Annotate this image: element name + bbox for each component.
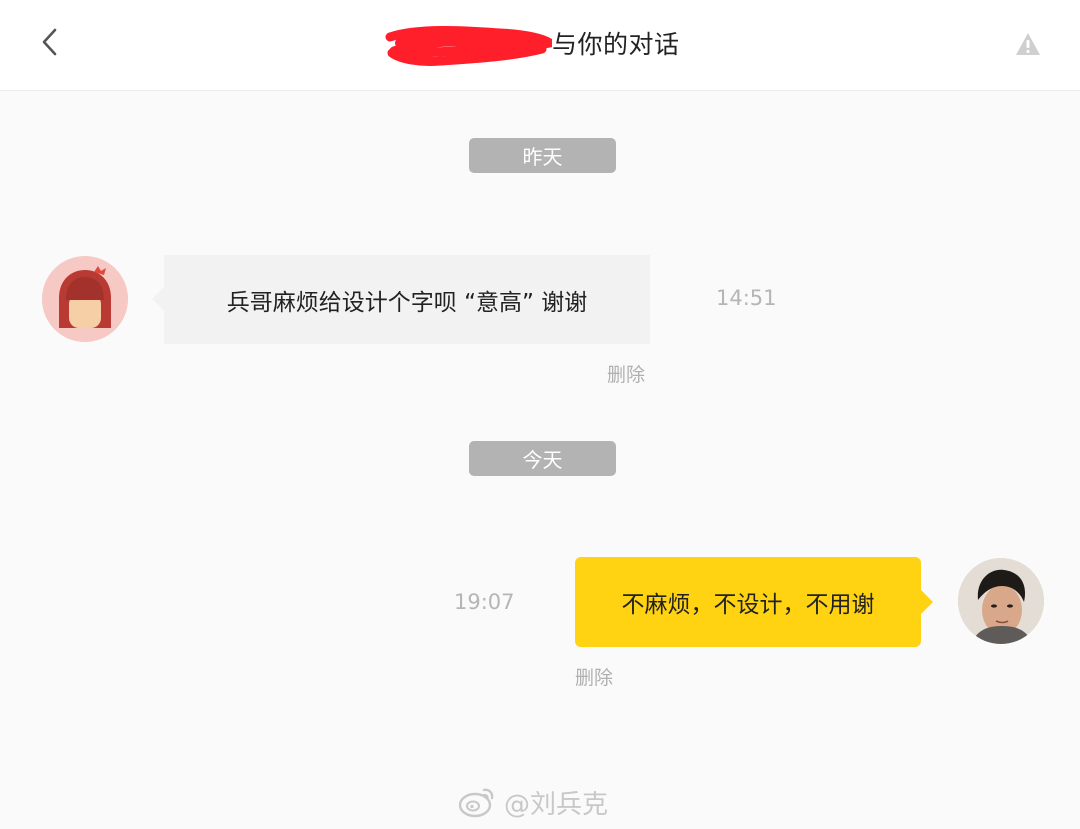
message-text: 兵哥麻烦给设计个字呗 “意高” 谢谢 — [226, 289, 588, 316]
conversation-title: 与你的对话 — [380, 18, 710, 68]
message-text: 不麻烦，不设计，不用谢 — [621, 592, 875, 618]
report-button[interactable] — [1010, 26, 1046, 62]
incoming-message-bubble[interactable]: 兵哥麻烦给设计个字呗 “意高” 谢谢 — [152, 255, 650, 344]
watermark-text: @刘兵克 — [504, 789, 609, 820]
chevron-left-icon — [42, 28, 57, 56]
contact-avatar[interactable] — [42, 256, 128, 342]
back-button[interactable] — [30, 22, 70, 62]
title-text: 与你的对话 — [552, 30, 680, 59]
watermark: @刘兵克 — [458, 784, 608, 820]
message-time: 14:51 — [716, 286, 777, 310]
chat-header: 与你的对话 — [0, 0, 1080, 91]
date-divider-today: 今天 — [469, 441, 616, 476]
weibo-logo-icon — [458, 788, 494, 818]
date-divider-yesterday: 昨天 — [469, 138, 616, 173]
warning-triangle-icon — [1016, 33, 1040, 55]
message-time: 19:07 — [454, 590, 515, 614]
user-avatar[interactable] — [958, 558, 1044, 644]
redacted-username — [380, 23, 555, 66]
delete-link[interactable]: 删除 — [575, 663, 613, 690]
outgoing-message-bubble[interactable]: 不麻烦，不设计，不用谢 — [575, 557, 933, 647]
delete-link[interactable]: 删除 — [607, 360, 645, 387]
